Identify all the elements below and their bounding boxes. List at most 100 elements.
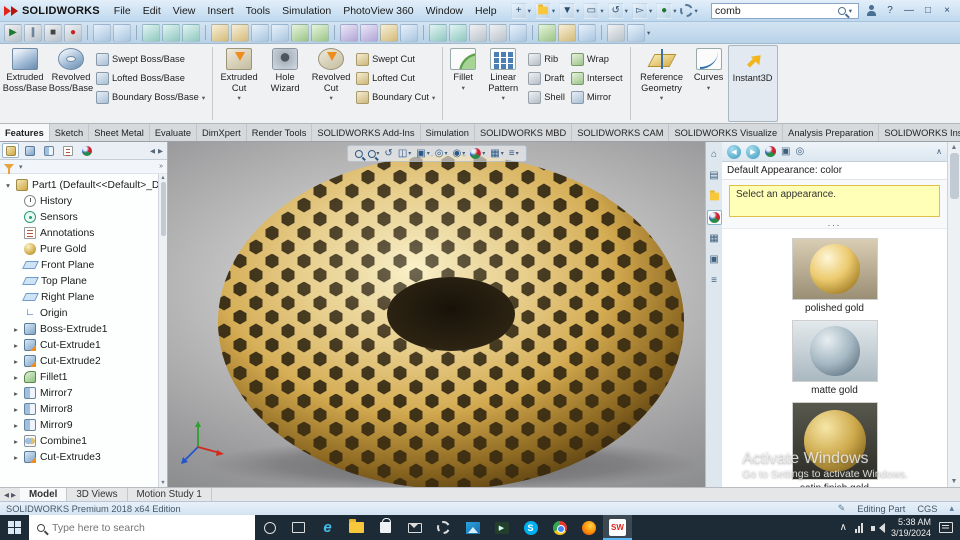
manager-tab-left-arrow[interactable]: ◀ bbox=[150, 147, 155, 155]
back-circle-icon[interactable]: ◀ bbox=[727, 144, 741, 159]
print-dropdown-arrow[interactable]: ▾ bbox=[600, 7, 603, 15]
hole-wizard-button[interactable]: Hole Wizard bbox=[262, 45, 308, 122]
render-region-icon[interactable] bbox=[449, 23, 467, 42]
open-document-icon[interactable] bbox=[113, 23, 131, 42]
render-options-icon[interactable] bbox=[469, 23, 487, 42]
tree-item-top-plane[interactable]: Top Plane bbox=[0, 273, 167, 289]
file-explorer-tab[interactable] bbox=[707, 189, 722, 204]
help-icon[interactable]: ? bbox=[884, 5, 896, 16]
undo-dropdown-arrow[interactable]: ▾ bbox=[625, 7, 628, 15]
expander-icon[interactable]: ▸ bbox=[12, 357, 20, 366]
menu-tools[interactable]: Tools bbox=[240, 2, 277, 20]
tab-model[interactable]: Model bbox=[20, 488, 68, 501]
tab-scroll-right-arrow[interactable]: ▶ bbox=[11, 491, 16, 499]
close-button[interactable]: × bbox=[941, 5, 953, 16]
tab-sketch[interactable]: Sketch bbox=[50, 124, 90, 141]
scene-icon[interactable] bbox=[360, 23, 378, 42]
displaymanager-tab[interactable] bbox=[78, 143, 95, 158]
menu-edit[interactable]: Edit bbox=[137, 2, 167, 20]
options-dropdown-arrow[interactable]: ▾ bbox=[694, 7, 697, 15]
fillet-dropdown-arrow[interactable]: ▾ bbox=[462, 84, 465, 95]
camera-icon[interactable] bbox=[400, 23, 418, 42]
select-dropdown-arrow[interactable]: ▾ bbox=[649, 7, 652, 15]
rib-button[interactable]: Rib bbox=[528, 52, 565, 66]
save-dropdown-arrow[interactable]: ▾ bbox=[576, 7, 579, 15]
more-options[interactable]: ... bbox=[722, 219, 947, 228]
tab-dimxpert[interactable]: DimXpert bbox=[197, 124, 247, 141]
select-icon[interactable]: ▻ bbox=[631, 2, 648, 19]
chrome-button[interactable] bbox=[545, 515, 574, 540]
options-icon[interactable] bbox=[607, 23, 625, 42]
print-icon[interactable]: ▭ bbox=[583, 2, 600, 19]
appearance-item-satin-finish-gold[interactable]: satin finish gold bbox=[775, 402, 895, 487]
satin-finish-gold-thumbnail[interactable] bbox=[791, 402, 878, 480]
intersect-button[interactable]: Intersect bbox=[570, 71, 623, 85]
menu-photoview-360[interactable]: PhotoView 360 bbox=[337, 2, 419, 20]
zoom-area-icon[interactable]: ▾ bbox=[367, 149, 379, 158]
featuremanager-tree-tab[interactable] bbox=[2, 143, 19, 158]
open-icon[interactable] bbox=[534, 2, 551, 19]
display-states-icon[interactable]: ▣ bbox=[781, 146, 790, 157]
recall-render-icon[interactable] bbox=[509, 23, 527, 42]
file-explorer-button[interactable] bbox=[342, 515, 371, 540]
schedule-render-icon[interactable] bbox=[489, 23, 507, 42]
tab-solidworks-mbd[interactable]: SOLIDWORKS MBD bbox=[475, 124, 573, 141]
boundary-cut-dropdown-arrow[interactable]: ▾ bbox=[432, 94, 435, 102]
mail-button[interactable] bbox=[400, 515, 429, 540]
task-view-button[interactable] bbox=[284, 515, 313, 540]
maximize-button[interactable]: □ bbox=[922, 5, 934, 16]
menu-view[interactable]: View bbox=[167, 2, 202, 20]
tab-features[interactable]: Features bbox=[0, 124, 50, 141]
undo-icon[interactable]: ↺ bbox=[607, 2, 624, 19]
tree-item-front-plane[interactable]: Front Plane bbox=[0, 257, 167, 273]
tree-item-combine1[interactable]: ▸ Combine1 bbox=[0, 433, 167, 449]
simulation-study-icon[interactable] bbox=[538, 23, 556, 42]
tree-scroll-thumb[interactable] bbox=[160, 182, 166, 236]
menu-simulation[interactable]: Simulation bbox=[276, 2, 337, 20]
tree-item-right-plane[interactable]: Right Plane bbox=[0, 289, 167, 305]
appearance-ball-icon[interactable] bbox=[765, 146, 776, 157]
simulation-results-icon[interactable] bbox=[558, 23, 576, 42]
forum-tab[interactable]: ≡ bbox=[707, 273, 722, 288]
section-view-icon[interactable]: ◫ ▾ bbox=[398, 148, 411, 159]
motion-study-icon[interactable] bbox=[578, 23, 596, 42]
volume-icon[interactable] bbox=[870, 522, 885, 533]
tab-simulation[interactable]: Simulation bbox=[421, 124, 475, 141]
save-icon[interactable]: ▼ bbox=[559, 2, 576, 19]
search-dropdown-arrow[interactable]: ▾ bbox=[849, 7, 852, 15]
draft-button[interactable]: Draft bbox=[528, 71, 565, 85]
tab-render-tools[interactable]: Render Tools bbox=[247, 124, 313, 141]
tree-item-mirror7[interactable]: ▸ Mirror7 bbox=[0, 385, 167, 401]
curves-button[interactable]: Curves ▾ bbox=[690, 45, 728, 122]
taskbar-search-box[interactable] bbox=[29, 515, 255, 540]
record-icon[interactable]: ● bbox=[64, 23, 82, 42]
extruded-cut-dropdown-arrow[interactable]: ▾ bbox=[237, 94, 240, 105]
mirror-button[interactable]: Mirror bbox=[570, 90, 623, 104]
propertymanager-tab[interactable] bbox=[21, 143, 38, 158]
expander-icon[interactable]: ▸ bbox=[12, 453, 20, 462]
matte-gold-thumbnail[interactable] bbox=[791, 320, 878, 382]
tab-sheet-metal[interactable]: Sheet Metal bbox=[89, 124, 150, 141]
expander-icon[interactable]: ▸ bbox=[12, 389, 20, 398]
expander-icon[interactable]: ▸ bbox=[12, 405, 20, 414]
sketch-icon[interactable] bbox=[211, 23, 229, 42]
revolved-cut-button[interactable]: Revolved Cut ▾ bbox=[308, 45, 354, 122]
stop-icon[interactable]: ■ bbox=[44, 23, 62, 42]
wrap-button[interactable]: Wrap bbox=[570, 52, 623, 66]
skype-button[interactable]: S bbox=[516, 515, 545, 540]
user-account-icon[interactable] bbox=[866, 5, 877, 16]
polished-gold-thumbnail[interactable] bbox=[791, 238, 878, 300]
manager-tab-right-arrow[interactable]: ▶ bbox=[158, 147, 163, 155]
taskbar-search-input[interactable] bbox=[52, 521, 247, 534]
tree-item-origin[interactable]: ∟ Origin bbox=[0, 305, 167, 321]
custom-properties-tab[interactable]: ▣ bbox=[707, 252, 722, 267]
mass-properties-icon[interactable] bbox=[271, 23, 289, 42]
expander-icon[interactable]: ▾ bbox=[4, 181, 12, 190]
view-orientation-icon[interactable] bbox=[142, 23, 160, 42]
expander-icon[interactable]: ▸ bbox=[12, 341, 20, 350]
edit-appearance-icon[interactable]: ▾ bbox=[470, 148, 485, 159]
previous-view-icon[interactable]: ↺ bbox=[384, 148, 392, 159]
new-document-icon[interactable]: + bbox=[510, 2, 527, 19]
swept-cut-button[interactable]: Swept Cut bbox=[356, 52, 435, 66]
settings-button[interactable] bbox=[429, 515, 458, 540]
